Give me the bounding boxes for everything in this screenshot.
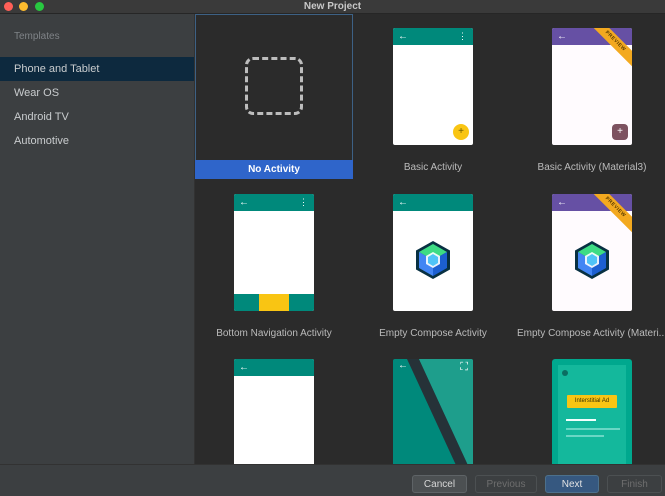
arrow-left-icon: ←: [398, 360, 408, 371]
template-label: Basic Activity (Material3): [537, 162, 647, 173]
arrow-left-icon: ←: [557, 197, 567, 208]
template-google-admob-ads-activity[interactable]: Interstitial Ad: [513, 345, 665, 464]
template-basic-activity-material3[interactable]: ← PREVIEW + Basic Activity (Material3): [513, 14, 665, 179]
phone-preview: ←: [393, 194, 473, 311]
phone-preview: Interstitial Ad: [552, 359, 632, 464]
sidebar-item-wear-os[interactable]: Wear OS: [0, 81, 194, 105]
phone-preview: ← ⛶: [393, 359, 473, 464]
ad-text-line: [566, 428, 620, 430]
fullscreen-icon: ⛶: [460, 361, 468, 373]
phone-preview: ← ⋮: [234, 194, 314, 311]
arrow-left-icon: ←: [239, 197, 249, 208]
fullscreen-diagonal-graphic: [407, 359, 473, 464]
previous-button[interactable]: Previous: [475, 475, 537, 493]
ad-text-line: [566, 435, 604, 437]
template-basic-activity[interactable]: ← ⋮ + Basic Activity: [354, 14, 512, 179]
ad-text-line: [566, 419, 596, 421]
window-titlebar: New Project: [0, 0, 665, 14]
arrow-left-icon: ←: [398, 197, 408, 208]
template-empty-activity[interactable]: ←: [195, 345, 353, 464]
jetpack-compose-logo-icon: [575, 241, 609, 279]
template-label: No Activity: [195, 160, 353, 179]
template-grid: No Activity ← ⋮ + Basic Activity ← PREVI…: [195, 14, 665, 464]
phone-preview: ← PREVIEW: [552, 194, 632, 311]
camera-dot: [562, 370, 568, 376]
sidebar-item-automotive[interactable]: Automotive: [0, 129, 194, 153]
template-bottom-navigation-activity[interactable]: ← ⋮ Bottom Navigation Activity: [195, 180, 353, 345]
app-bar: ← ⋮: [393, 28, 473, 45]
phone-preview: ← PREVIEW +: [552, 28, 632, 145]
sidebar-heading: Templates: [14, 31, 60, 42]
template-empty-compose-activity[interactable]: ← Empty Compose Activity: [354, 180, 512, 345]
sidebar-item-phone-and-tablet[interactable]: Phone and Tablet: [0, 57, 194, 81]
ad-screen: Interstitial Ad: [558, 365, 626, 464]
template-no-activity[interactable]: No Activity: [195, 14, 353, 179]
phone-preview: ←: [234, 359, 314, 464]
app-bar: ←: [393, 194, 473, 211]
plus-icon: +: [612, 124, 628, 140]
sidebar-item-android-tv[interactable]: Android TV: [0, 105, 194, 129]
empty-placeholder-icon: [245, 57, 303, 115]
kebab-menu-icon: ⋮: [458, 31, 467, 41]
plus-icon: +: [453, 124, 469, 140]
template-category-sidebar: Templates Phone and Tablet Wear OS Andro…: [0, 14, 195, 464]
kebab-menu-icon: ⋮: [299, 197, 308, 207]
template-fullscreen-activity[interactable]: ← ⛶: [354, 345, 512, 464]
finish-button[interactable]: Finish: [607, 475, 662, 493]
interstitial-ad-badge: Interstitial Ad: [567, 395, 617, 408]
template-label: Empty Compose Activity: [379, 328, 487, 339]
wizard-footer: Cancel Previous Next Finish: [0, 464, 665, 496]
arrow-left-icon: ←: [557, 31, 567, 42]
app-bar: ← ⋮: [234, 194, 314, 211]
window-title: New Project: [303, 1, 362, 12]
template-label: Empty Compose Activity (Materi...: [516, 328, 665, 339]
arrow-left-icon: ←: [239, 362, 249, 373]
bottom-nav-selected-item: [259, 294, 289, 311]
next-button[interactable]: Next: [545, 475, 599, 493]
jetpack-compose-logo-icon: [416, 241, 450, 279]
arrow-left-icon: ←: [398, 31, 408, 42]
phone-preview: ← ⋮ +: [393, 28, 473, 145]
template-empty-compose-activity-material3[interactable]: ← PREVIEW Empty Compose Activity (Materi…: [513, 180, 665, 345]
app-bar: ←: [234, 359, 314, 376]
cancel-button[interactable]: Cancel: [412, 475, 467, 493]
bottom-navigation-bar: [234, 294, 314, 311]
template-label: Basic Activity: [403, 162, 463, 173]
template-label: Bottom Navigation Activity: [216, 328, 332, 339]
